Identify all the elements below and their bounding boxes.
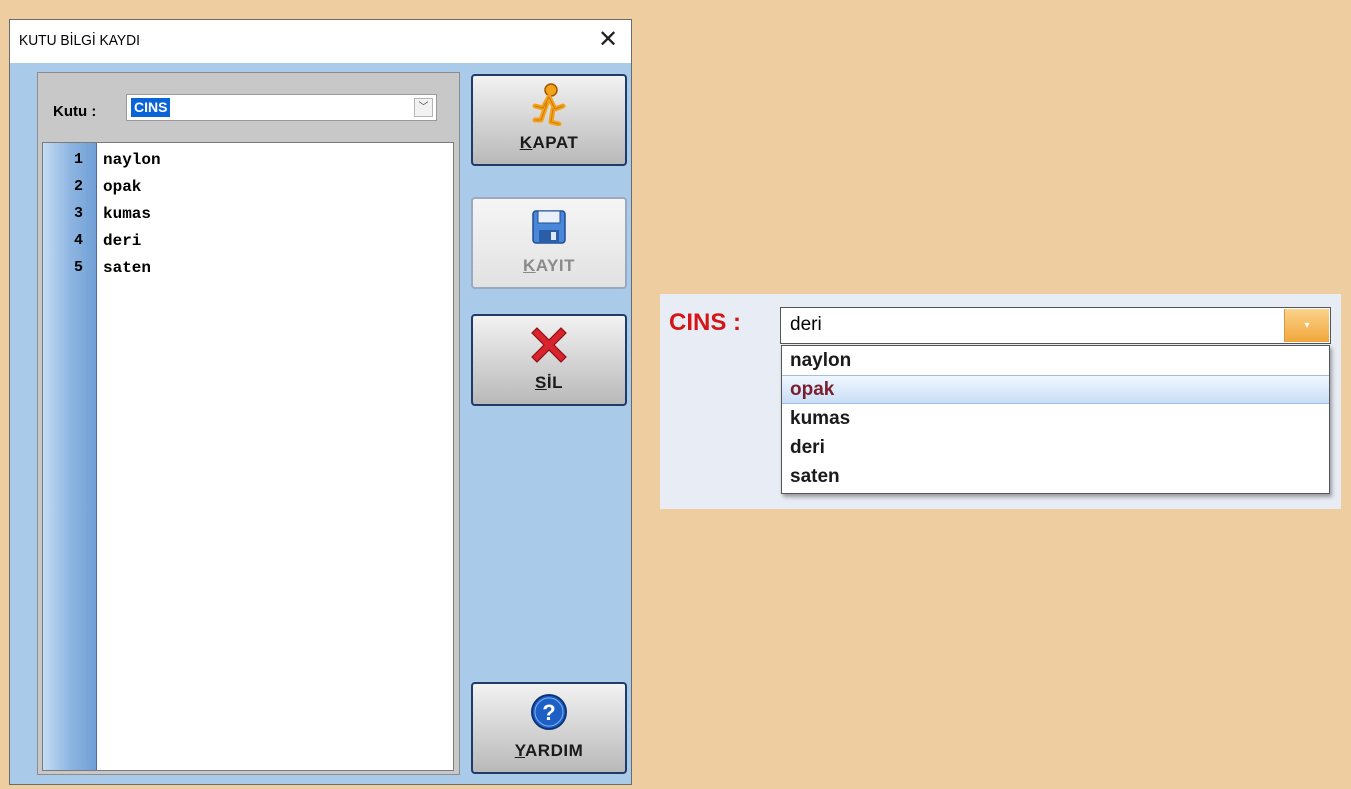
kutu-combobox[interactable]: CINS ﹀ bbox=[126, 94, 437, 121]
table-row[interactable]: 4 deri bbox=[43, 228, 453, 255]
yardim-button[interactable]: ? YARDIM bbox=[471, 682, 627, 774]
list-item[interactable]: naylon bbox=[782, 346, 1329, 375]
list-item[interactable]: kumas bbox=[782, 404, 1329, 433]
yardim-button-label: YARDIM bbox=[514, 741, 584, 760]
cins-combobox[interactable]: deri ▾ bbox=[780, 307, 1331, 344]
row-value[interactable]: kumas bbox=[103, 205, 151, 223]
table-row[interactable]: 1 naylon bbox=[43, 147, 453, 174]
row-number: 3 bbox=[73, 205, 83, 222]
left-panel: Kutu : CINS ﹀ 1 naylon 2 opak 3 kumas 4 bbox=[37, 72, 460, 775]
floppy-disk-icon bbox=[532, 210, 566, 244]
row-number: 2 bbox=[73, 178, 83, 195]
kutu-combobox-value[interactable]: CINS bbox=[131, 98, 171, 117]
kayit-button-label: KAYIT bbox=[523, 256, 575, 275]
row-number: 1 bbox=[73, 151, 83, 168]
cins-dropdown-panel: CINS : deri ▾ naylon opak kumas deri sat… bbox=[660, 294, 1341, 509]
kutu-label: Kutu : bbox=[53, 103, 97, 120]
list-item[interactable]: deri bbox=[782, 433, 1329, 462]
red-x-icon bbox=[531, 327, 567, 363]
row-value[interactable]: deri bbox=[103, 232, 141, 250]
row-number: 4 bbox=[73, 232, 83, 249]
dropdown-arrow-icon[interactable]: ▾ bbox=[1284, 309, 1329, 342]
table-row[interactable]: 3 kumas bbox=[43, 201, 453, 228]
window-title: KUTU BİLGİ KAYDI bbox=[19, 32, 140, 49]
kayit-button[interactable]: KAYIT bbox=[471, 197, 627, 289]
kapat-button[interactable]: KAPAT bbox=[471, 74, 627, 166]
close-icon[interactable]: ✕ bbox=[595, 27, 621, 53]
row-value[interactable]: opak bbox=[103, 178, 141, 196]
table-row[interactable]: 2 opak bbox=[43, 174, 453, 201]
chevron-down-icon[interactable]: ﹀ bbox=[414, 98, 433, 117]
values-grid[interactable]: 1 naylon 2 opak 3 kumas 4 deri 5 saten bbox=[42, 142, 454, 771]
title-bar: KUTU BİLGİ KAYDI ✕ bbox=[10, 20, 631, 63]
sil-button[interactable]: SİL bbox=[471, 314, 627, 406]
kutu-bilgi-kaydi-window: KUTU BİLGİ KAYDI ✕ Kutu : CINS ﹀ 1 naylo… bbox=[9, 19, 632, 785]
help-icon: ? bbox=[531, 694, 567, 730]
svg-text:?: ? bbox=[542, 700, 555, 725]
kapat-button-label: KAPAT bbox=[519, 133, 579, 152]
cins-label: CINS : bbox=[669, 309, 741, 336]
running-person-icon bbox=[532, 83, 566, 126]
sil-button-label: SİL bbox=[535, 373, 563, 392]
row-value[interactable]: saten bbox=[103, 259, 151, 277]
list-item-highlighted[interactable]: opak bbox=[782, 375, 1329, 404]
combo-row: Kutu : CINS ﹀ bbox=[38, 73, 459, 141]
cins-combobox-value[interactable]: deri bbox=[790, 314, 822, 336]
list-item[interactable]: saten bbox=[782, 462, 1329, 491]
row-value[interactable]: naylon bbox=[103, 151, 161, 169]
table-row[interactable]: 5 saten bbox=[43, 255, 453, 282]
row-number: 5 bbox=[73, 259, 83, 276]
cins-dropdown-list[interactable]: naylon opak kumas deri saten bbox=[781, 345, 1330, 494]
